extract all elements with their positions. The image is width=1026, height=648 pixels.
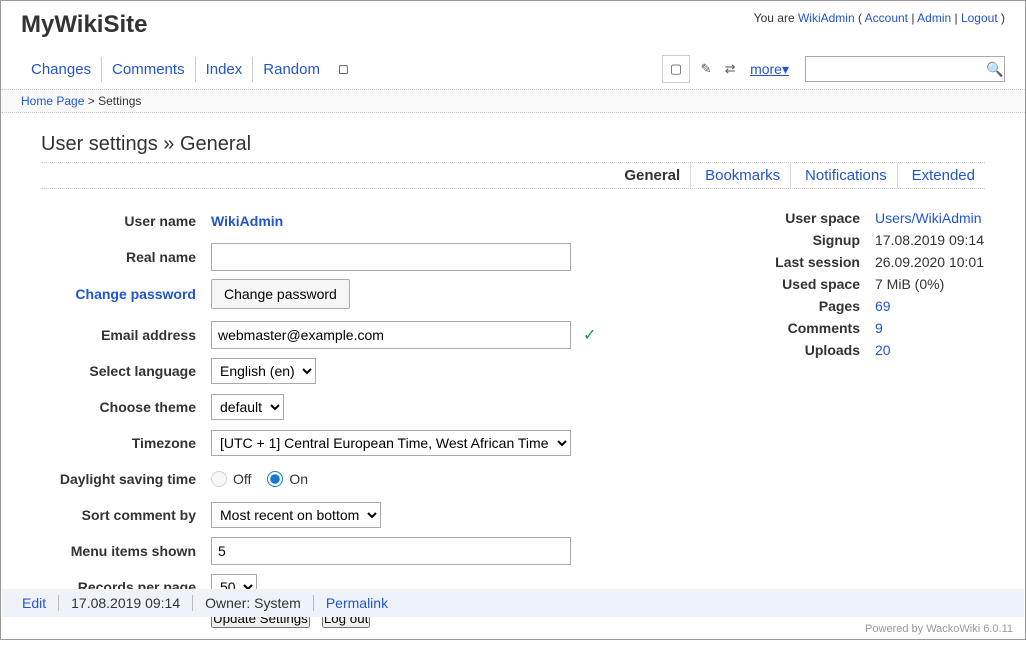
- info-lastsession-label: Last session: [765, 254, 875, 270]
- tab-extended[interactable]: Extended: [902, 163, 985, 188]
- user-info-panel: User spaceUsers/WikiAdmin Signup17.08.20…: [765, 207, 985, 361]
- label-timezone: Timezone: [41, 435, 211, 451]
- label-username: User name: [41, 213, 211, 229]
- settings-tabs: General Bookmarks Notifications Extended: [41, 162, 985, 189]
- logout-link[interactable]: Logout: [961, 11, 998, 25]
- user-info: You are WikiAdmin ( Account | Admin | Lo…: [754, 11, 1005, 25]
- label-dst: Daylight saving time: [41, 471, 211, 487]
- breadcrumb-home[interactable]: Home Page: [21, 94, 84, 108]
- site-title: MyWikiSite: [21, 11, 147, 39]
- bookmark-icon[interactable]: ◻: [330, 57, 357, 82]
- label-menu: Menu items shown: [41, 543, 211, 559]
- language-select[interactable]: English (en): [211, 358, 316, 384]
- settings-sliders-icon[interactable]: ⇄: [718, 55, 742, 83]
- dst-on-label: On: [289, 471, 308, 487]
- sort-select[interactable]: Most recent on bottom: [211, 502, 381, 528]
- more-dropdown[interactable]: more▾: [742, 61, 797, 78]
- username-value[interactable]: WikiAdmin: [211, 213, 283, 229]
- info-pages-label: Pages: [765, 298, 875, 314]
- info-comments-label: Comments: [765, 320, 875, 336]
- change-password-button[interactable]: Change password: [211, 279, 350, 309]
- account-link[interactable]: Account: [865, 11, 908, 25]
- breadcrumb-current: Settings: [98, 94, 141, 108]
- page-box-icon[interactable]: ▢: [662, 55, 690, 83]
- info-userspace-link[interactable]: Users/WikiAdmin: [875, 210, 982, 226]
- nav-comments[interactable]: Comments: [102, 57, 196, 82]
- label-language: Select language: [41, 363, 211, 379]
- you-are-text: You are: [754, 11, 798, 25]
- info-usedspace-value: 7 MiB (0%): [875, 276, 985, 292]
- dst-off-radio[interactable]: [211, 471, 227, 487]
- info-comments-link[interactable]: 9: [875, 320, 883, 336]
- label-email: Email address: [41, 327, 211, 343]
- settings-form: User name WikiAdmin Real name Change pas…: [41, 207, 725, 628]
- admin-link[interactable]: Admin: [917, 11, 951, 25]
- dst-on-radio[interactable]: [267, 471, 283, 487]
- footer-owner: Owner: System: [205, 595, 301, 611]
- tab-general[interactable]: General: [614, 163, 691, 188]
- label-changepw-link[interactable]: Change password: [75, 286, 196, 302]
- username-link[interactable]: WikiAdmin: [798, 11, 855, 25]
- label-theme: Choose theme: [41, 399, 211, 415]
- footer-bar: Edit 17.08.2019 09:14 Owner: System Perm…: [2, 589, 1024, 617]
- label-sort: Sort comment by: [41, 507, 211, 523]
- edit-pencil-icon[interactable]: ✎: [694, 55, 718, 83]
- info-usedspace-label: Used space: [765, 276, 875, 292]
- search-icon[interactable]: 🔍: [986, 61, 1003, 78]
- menu-items-input[interactable]: [211, 537, 571, 565]
- info-pages-link[interactable]: 69: [875, 298, 891, 314]
- realname-input[interactable]: [211, 243, 571, 271]
- tab-bookmarks[interactable]: Bookmarks: [695, 163, 791, 188]
- powered-by: Powered by WackoWiki 6.0.11: [865, 623, 1013, 635]
- search-box[interactable]: 🔍: [805, 56, 1005, 82]
- info-uploads-label: Uploads: [765, 342, 875, 358]
- footer-permalink[interactable]: Permalink: [326, 595, 388, 611]
- nav-tabs: Changes Comments Index Random ◻: [21, 57, 357, 82]
- info-userspace-label: User space: [765, 210, 875, 226]
- timezone-select[interactable]: [UTC + 1] Central European Time, West Af…: [211, 430, 571, 456]
- footer-edit-link[interactable]: Edit: [22, 595, 46, 611]
- nav-changes[interactable]: Changes: [21, 57, 102, 82]
- footer-date: 17.08.2019 09:14: [71, 595, 180, 611]
- nav-random[interactable]: Random: [253, 57, 330, 82]
- info-uploads-link[interactable]: 20: [875, 342, 891, 358]
- search-input[interactable]: [810, 62, 986, 77]
- tab-notifications[interactable]: Notifications: [795, 163, 898, 188]
- nav-index[interactable]: Index: [196, 57, 254, 82]
- info-signup-value: 17.08.2019 09:14: [875, 232, 985, 248]
- info-signup-label: Signup: [765, 232, 875, 248]
- verified-check-icon: ✓: [583, 325, 596, 345]
- breadcrumb: Home Page > Settings: [1, 89, 1025, 113]
- email-input[interactable]: [211, 321, 571, 349]
- dst-off-label: Off: [233, 471, 251, 487]
- info-lastsession-value: 26.09.2020 10:01: [875, 254, 985, 270]
- label-realname: Real name: [41, 249, 211, 265]
- theme-select[interactable]: default: [211, 394, 284, 420]
- page-heading: User settings » General: [41, 133, 985, 156]
